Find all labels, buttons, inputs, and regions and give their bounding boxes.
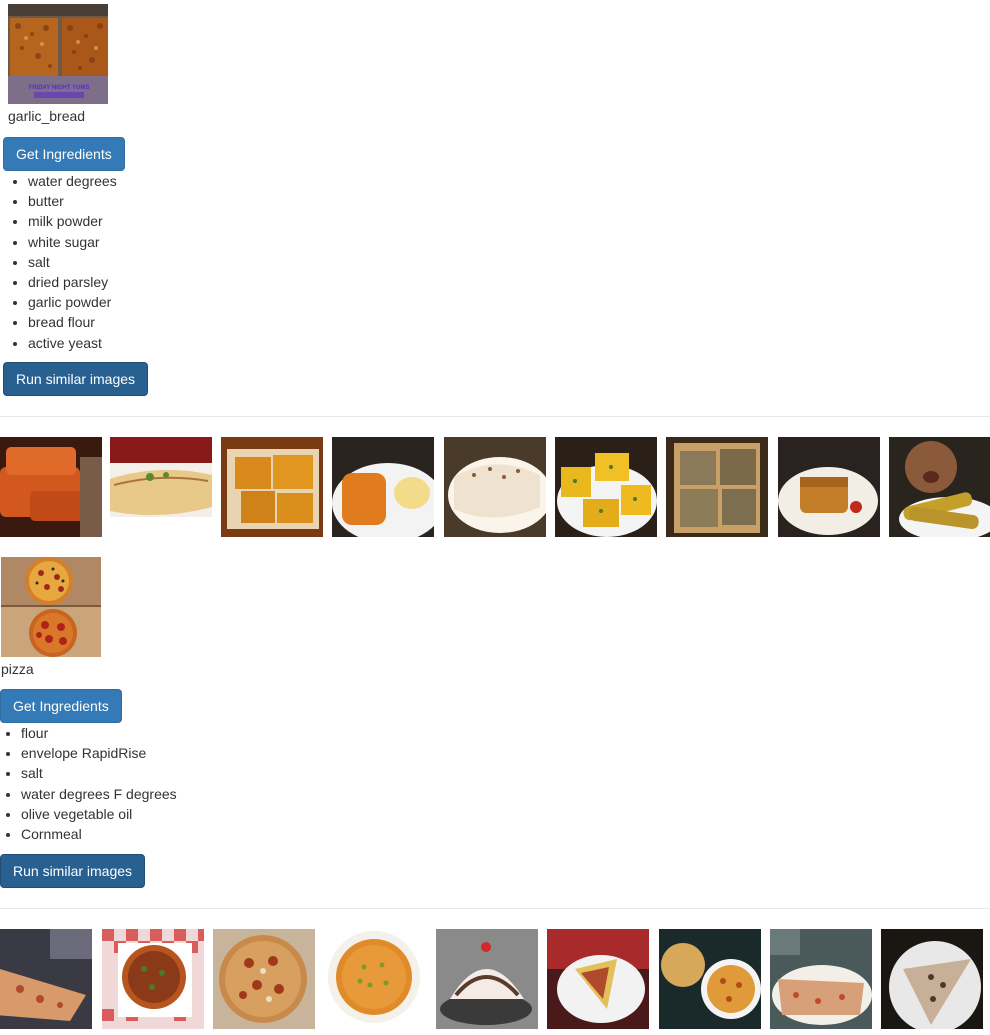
similar-image-thumbnail[interactable] [555, 437, 657, 537]
ingredient-list: water degrees butter milk powder white s… [4, 171, 117, 353]
similar-image-thumbnail[interactable] [659, 929, 761, 1029]
ingredient-item: envelope RapidRise [21, 743, 177, 763]
ingredient-item: water degrees F degrees [21, 784, 177, 804]
food-block-garlic-bread: FRIDAY NIGHT YUMS garlic_bread [8, 4, 990, 126]
query-image-pizza [1, 557, 101, 657]
similar-image-thumbnail[interactable] [102, 929, 204, 1029]
food-label: garlic_bread [8, 108, 86, 124]
query-image-garlic-bread: FRIDAY NIGHT YUMS [8, 4, 108, 104]
ingredient-item: flour [21, 723, 177, 743]
similar-image-thumbnail[interactable] [213, 929, 315, 1029]
ingredient-item: dried parsley [28, 272, 117, 292]
similar-image-thumbnail[interactable] [444, 437, 546, 537]
similar-images-row-garlic-bread [0, 437, 990, 537]
similar-image-thumbnail[interactable] [436, 929, 538, 1029]
similar-image-thumbnail[interactable] [778, 437, 880, 537]
ingredient-item: butter [28, 191, 117, 211]
ingredient-item: salt [28, 252, 117, 272]
similar-images-row-pizza [0, 929, 990, 1029]
run-similar-images-button[interactable]: Run similar images [0, 854, 146, 888]
similar-image-thumbnail[interactable] [221, 437, 323, 537]
food-label: pizza [1, 661, 34, 677]
similar-image-thumbnail[interactable] [547, 929, 649, 1029]
ingredient-item: olive vegetable oil [21, 804, 177, 824]
svg-text:FRIDAY NIGHT YUMS: FRIDAY NIGHT YUMS [29, 85, 90, 91]
similar-image-thumbnail[interactable] [332, 437, 434, 537]
ingredient-item: salt [21, 763, 177, 783]
ingredient-item: bread flour [28, 312, 117, 332]
ingredient-list: flour envelope RapidRise salt water degr… [0, 723, 177, 844]
similar-image-thumbnail[interactable] [666, 437, 768, 537]
similar-image-thumbnail[interactable] [0, 437, 102, 537]
ingredient-item: garlic powder [28, 292, 117, 312]
run-similar-images-button[interactable]: Run similar images [3, 362, 149, 396]
ingredient-item: white sugar [28, 232, 117, 252]
similar-image-thumbnail[interactable] [0, 929, 92, 1029]
section-divider [0, 908, 990, 909]
similar-image-thumbnail[interactable] [324, 929, 426, 1029]
similar-image-thumbnail[interactable] [110, 437, 212, 537]
ingredient-item: Cornmeal [21, 824, 177, 844]
ingredient-item: milk powder [28, 211, 117, 231]
get-ingredients-button[interactable]: Get Ingredients [0, 689, 122, 723]
ingredient-item: water degrees [28, 171, 117, 191]
ingredient-item: active yeast [28, 333, 117, 353]
food-block-pizza: pizza [1, 557, 990, 679]
similar-image-thumbnail[interactable] [770, 929, 872, 1029]
section-divider [0, 416, 990, 417]
get-ingredients-button[interactable]: Get Ingredients [3, 137, 125, 171]
similar-image-thumbnail[interactable] [881, 929, 983, 1029]
similar-image-thumbnail[interactable] [889, 437, 990, 537]
